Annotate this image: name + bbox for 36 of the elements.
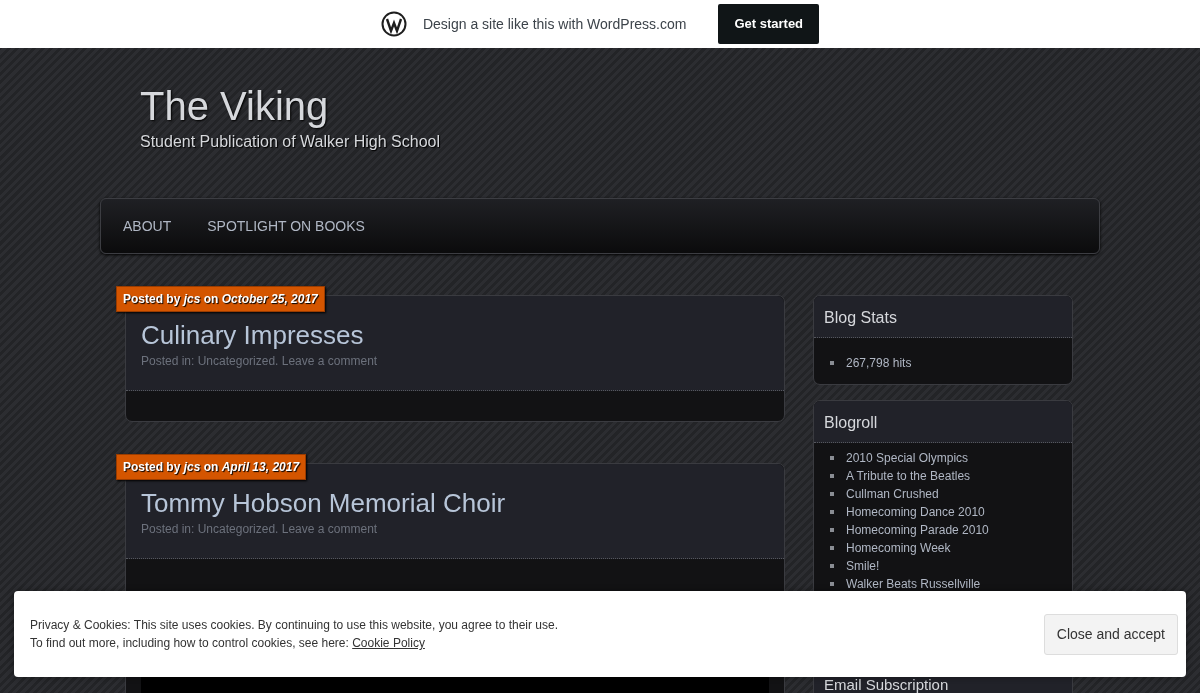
- blogroll-link[interactable]: Smile!: [846, 558, 880, 574]
- bullet-icon: [830, 510, 834, 514]
- wordpress-logo-icon: [380, 11, 407, 37]
- close-and-accept-button[interactable]: Close and accept: [1043, 613, 1178, 655]
- bullet-icon: [830, 546, 834, 550]
- bullet-icon: [830, 456, 834, 460]
- blogroll-link[interactable]: A Tribute to the Beatles: [846, 468, 971, 484]
- site-title[interactable]: The Viking: [140, 86, 1100, 126]
- widget-title: Blog Stats: [814, 296, 1072, 338]
- blogroll-link[interactable]: Walker Beats Russellville: [846, 576, 981, 592]
- posted-in-label: Posted in:: [141, 522, 196, 536]
- blogroll-link[interactable]: 267,798 hits: [846, 355, 912, 371]
- post-title[interactable]: Culinary Impresses: [141, 322, 769, 348]
- cookie-notice-text: Privacy & Cookies: This site uses cookies. By continuing to use this website, you agree to their use. To find out more, including how to control cookies, see here: Cookie Policy: [30, 617, 559, 652]
- bullet-icon: [830, 361, 834, 365]
- bullet-icon: [830, 582, 834, 586]
- post-title[interactable]: Tommy Hobson Memorial Choir: [141, 490, 769, 516]
- widget-title: Blogroll: [814, 401, 1072, 443]
- separator-text: .: [275, 522, 280, 536]
- promo-text: Design a site like this with WordPress.com: [422, 14, 687, 34]
- bullet-icon: [830, 492, 834, 496]
- bullet-icon: [830, 474, 834, 478]
- blogroll-link[interactable]: Cullman Crushed: [846, 486, 939, 502]
- blogroll-link[interactable]: Homecoming Parade 2010: [846, 522, 989, 538]
- nav-link[interactable]: ABOUT: [105, 215, 190, 237]
- blogroll-link[interactable]: 2010 Special Olympics: [846, 450, 969, 466]
- get-started-button[interactable]: Get started: [718, 4, 820, 44]
- blogroll-link[interactable]: Homecoming Week: [846, 540, 951, 556]
- bullet-icon: [830, 528, 834, 532]
- cookie-policy-link[interactable]: Cookie Policy: [352, 636, 425, 650]
- posted-in-label: Posted in:: [141, 354, 196, 368]
- separator-text: .: [275, 354, 280, 368]
- nav-link[interactable]: SPOTLIGHT ON BOOKS: [189, 215, 383, 237]
- site-tagline: Student Publication of Walker High School: [140, 132, 441, 152]
- blogroll-link[interactable]: Homecoming Dance 2010: [846, 504, 985, 520]
- bullet-icon: [830, 564, 834, 568]
